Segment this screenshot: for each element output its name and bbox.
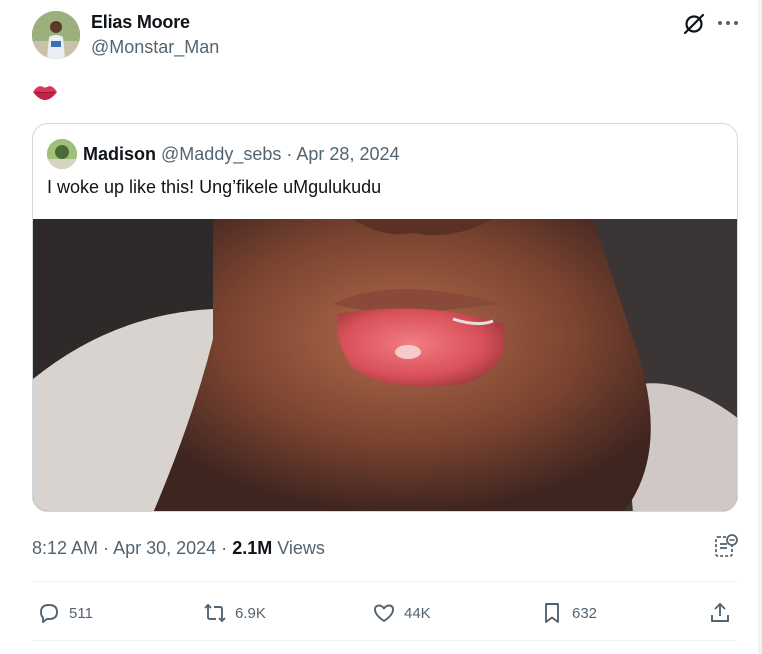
bookmark-button[interactable]: 632 [540, 598, 597, 628]
quoted-separator: · [286, 144, 293, 164]
views-count: 2.1M [232, 538, 273, 558]
repost-icon [204, 603, 226, 623]
divider-bottom [32, 640, 738, 641]
quoted-post-date[interactable]: Apr 28, 2024 [296, 144, 399, 164]
quoted-post-photo[interactable] [33, 219, 738, 512]
action-bar: 511 6.9K 44K 632 [0, 598, 762, 628]
share-button[interactable] [708, 598, 732, 628]
quoted-author-avatar[interactable] [47, 139, 77, 169]
share-icon [711, 602, 729, 622]
views-label: Views [277, 538, 325, 558]
views-separator: · [221, 538, 228, 558]
like-button[interactable]: 44K [372, 598, 431, 628]
right-scroll-rail [758, 0, 762, 654]
author-avatar[interactable] [32, 11, 80, 59]
lips-emoji [33, 86, 57, 100]
author-name[interactable]: Elias Moore [91, 12, 190, 33]
bookmark-count: 632 [572, 604, 598, 622]
repost-button[interactable]: 6.9K [203, 598, 266, 628]
grok-icon[interactable] [680, 10, 708, 38]
like-icon [374, 604, 394, 622]
reply-button[interactable]: 511 [37, 598, 93, 628]
more-icon[interactable] [716, 16, 740, 30]
quoted-post-header: Madison @Maddy_sebs · Apr 28, 2024 [83, 144, 399, 165]
post-timestamp[interactable]: 8:12 AM · Apr 30, 2024 · 2.1M Views [32, 538, 325, 559]
quoted-author-name[interactable]: Madison [83, 144, 156, 164]
timestamp-separator: · [103, 538, 110, 558]
reply-count: 511 [69, 604, 93, 622]
divider-top [32, 581, 738, 582]
author-handle[interactable]: @Monstar_Man [91, 37, 219, 58]
quoted-author-handle[interactable]: @Maddy_sebs [161, 144, 281, 164]
like-count: 44K [404, 604, 431, 622]
reply-icon [40, 604, 58, 623]
quoted-post-card[interactable]: Madison @Maddy_sebs · Apr 28, 2024 I wok… [32, 123, 738, 512]
community-notes-icon[interactable] [713, 533, 739, 559]
quoted-post-text: I woke up like this! Ung’fikele uMguluku… [47, 177, 382, 197]
post-date[interactable]: Apr 30, 2024 [113, 538, 216, 558]
bookmark-icon [545, 603, 559, 623]
repost-count: 6.9K [235, 604, 266, 622]
post-time[interactable]: 8:12 AM [32, 538, 98, 558]
